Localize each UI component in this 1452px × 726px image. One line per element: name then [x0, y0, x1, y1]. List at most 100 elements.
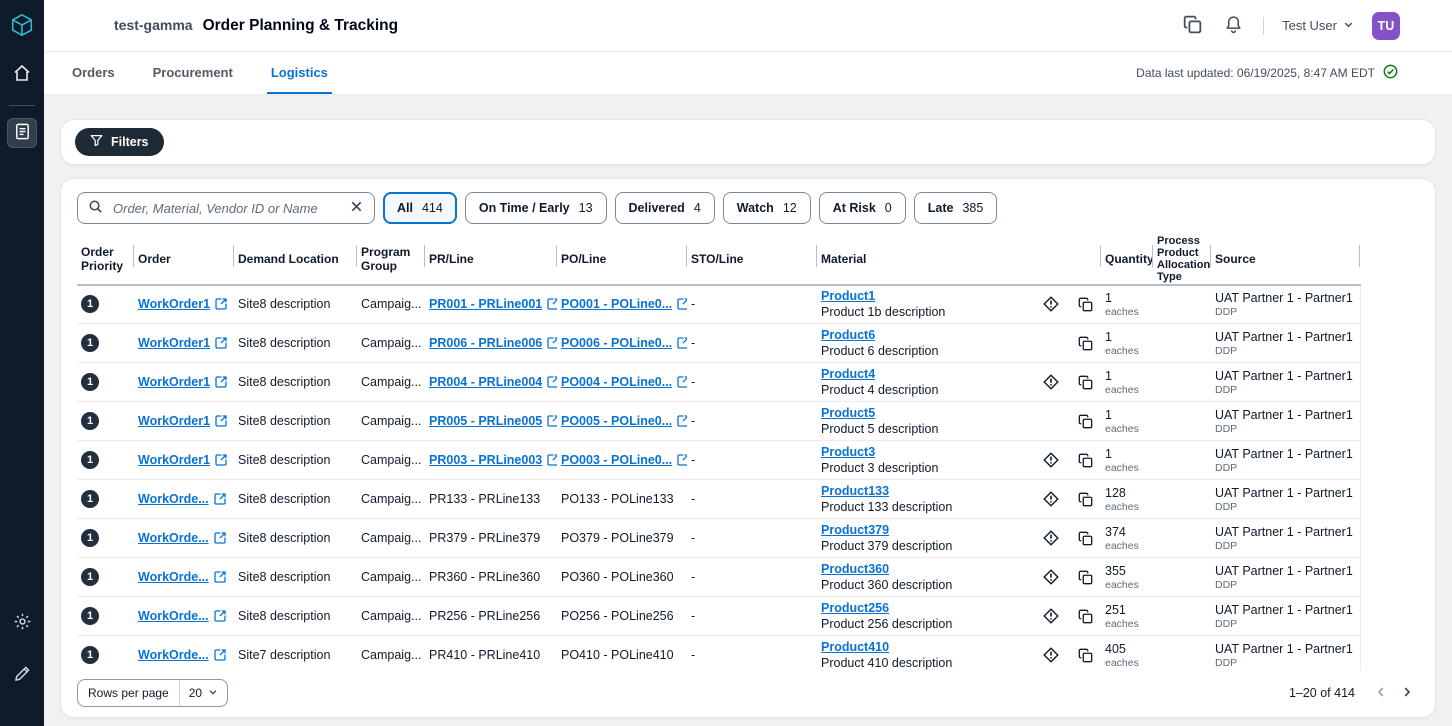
copy-icon[interactable]: [1078, 531, 1093, 546]
copy-icon[interactable]: [1078, 570, 1093, 585]
change-indicator-icon[interactable]: [1043, 452, 1059, 468]
table-row[interactable]: 1 WorkOrder1 Site8 description Campaig..…: [77, 285, 1360, 324]
copy-icon[interactable]: [1078, 492, 1093, 507]
tab-orders[interactable]: Orders: [68, 52, 119, 94]
multi-window-button[interactable]: [1181, 13, 1204, 39]
pr-line-link[interactable]: PR379 - PRLine379: [429, 531, 540, 545]
order-link[interactable]: WorkOrder1: [138, 375, 227, 389]
change-indicator-icon[interactable]: [1043, 530, 1059, 546]
po-line-link[interactable]: PO001 - POLine0...: [561, 297, 687, 311]
status-filter-at-risk[interactable]: At Risk 0: [819, 192, 906, 224]
copy-icon[interactable]: [1078, 336, 1093, 351]
order-link[interactable]: WorkOrde...: [138, 609, 226, 623]
avatar[interactable]: TU: [1372, 12, 1400, 40]
change-indicator-icon[interactable]: [1043, 569, 1059, 585]
table-row[interactable]: 1 WorkOrder1 Site8 description Campaig..…: [77, 363, 1360, 402]
previous-page-button[interactable]: [1371, 682, 1391, 705]
change-indicator-icon[interactable]: [1043, 608, 1059, 624]
order-link[interactable]: WorkOrder1: [138, 414, 227, 428]
order-link[interactable]: WorkOrde...: [138, 531, 226, 545]
po-line-link[interactable]: PO360 - POLine360: [561, 570, 674, 584]
tab-logistics[interactable]: Logistics: [267, 52, 332, 94]
status-filter-watch[interactable]: Watch 12: [723, 192, 811, 224]
column-header-po-line[interactable]: PO/Line: [557, 236, 687, 285]
column-header-demand-location[interactable]: Demand Location: [234, 236, 357, 285]
pr-line-link[interactable]: PR360 - PRLine360: [429, 570, 540, 584]
po-line-link[interactable]: PO133 - POLine133: [561, 492, 674, 506]
copy-icon[interactable]: [1078, 375, 1093, 390]
material-link[interactable]: Product5: [821, 406, 875, 420]
pr-line-link[interactable]: PR133 - PRLine133: [429, 492, 540, 506]
order-link[interactable]: WorkOrde...: [138, 648, 226, 662]
user-menu[interactable]: Test User: [1282, 18, 1354, 33]
po-line-link[interactable]: PO005 - POLine0...: [561, 414, 687, 428]
column-header-material[interactable]: Material: [817, 236, 1101, 285]
column-header-order-priority[interactable]: Order Priority: [77, 236, 134, 285]
order-link[interactable]: WorkOrde...: [138, 492, 226, 506]
pr-line-link[interactable]: PR006 - PRLine006: [429, 336, 557, 350]
column-header-program-group[interactable]: Program Group: [357, 236, 425, 285]
order-link[interactable]: WorkOrde...: [138, 570, 226, 584]
orders-list-nav-item[interactable]: [7, 118, 37, 148]
table-row[interactable]: 1 WorkOrder1 Site8 description Campaig..…: [77, 441, 1360, 480]
po-line-link[interactable]: PO379 - POLine379: [561, 531, 674, 545]
pr-line-link[interactable]: PR003 - PRLine003: [429, 453, 557, 467]
change-indicator-icon[interactable]: [1043, 491, 1059, 507]
change-indicator-icon[interactable]: [1043, 374, 1059, 390]
filters-button[interactable]: Filters: [75, 128, 164, 156]
po-line-link[interactable]: PO003 - POLine0...: [561, 453, 687, 467]
pr-line-link[interactable]: PR004 - PRLine004: [429, 375, 557, 389]
settings-nav-item[interactable]: [7, 608, 37, 638]
table-row[interactable]: 1 WorkOrde... Site7 description Campaig.…: [77, 636, 1360, 671]
material-link[interactable]: Product3: [821, 445, 875, 459]
material-link[interactable]: Product6: [821, 328, 875, 342]
copy-icon[interactable]: [1078, 609, 1093, 624]
app-logo-icon[interactable]: [9, 12, 35, 41]
material-link[interactable]: Product379: [821, 523, 889, 537]
column-header-pr-line[interactable]: PR/Line: [425, 236, 557, 285]
tab-procurement[interactable]: Procurement: [149, 52, 237, 94]
material-link[interactable]: Product410: [821, 640, 889, 654]
material-link[interactable]: Product360: [821, 562, 889, 576]
table-row[interactable]: 1 WorkOrder1 Site8 description Campaig..…: [77, 402, 1360, 441]
material-link[interactable]: Product256: [821, 601, 889, 615]
copy-icon[interactable]: [1078, 297, 1093, 312]
status-filter-all[interactable]: All 414: [383, 192, 457, 224]
material-link[interactable]: Product1: [821, 289, 875, 303]
order-link[interactable]: WorkOrder1: [138, 336, 227, 350]
feedback-nav-item[interactable]: [7, 660, 37, 690]
table-scroll-area[interactable]: Order Priority Order Demand Location Pro…: [77, 236, 1419, 670]
po-line-link[interactable]: PO004 - POLine0...: [561, 375, 687, 389]
material-link[interactable]: Product133: [821, 484, 889, 498]
copy-icon[interactable]: [1078, 453, 1093, 468]
column-header-quantity[interactable]: Quantity: [1101, 236, 1153, 285]
column-header-order[interactable]: Order: [134, 236, 234, 285]
rows-per-page-select[interactable]: Rows per page 20: [77, 679, 228, 707]
status-filter-delivered[interactable]: Delivered 4: [615, 192, 715, 224]
pr-line-link[interactable]: PR001 - PRLine001: [429, 297, 557, 311]
search-input[interactable]: [111, 200, 341, 217]
table-row[interactable]: 1 WorkOrder1 Site8 description Campaig..…: [77, 324, 1360, 363]
pr-line-link[interactable]: PR256 - PRLine256: [429, 609, 540, 623]
table-row[interactable]: 1 WorkOrde... Site8 description Campaig.…: [77, 597, 1360, 636]
order-link[interactable]: WorkOrder1: [138, 297, 227, 311]
pr-line-link[interactable]: PR005 - PRLine005: [429, 414, 557, 428]
po-line-link[interactable]: PO006 - POLine0...: [561, 336, 687, 350]
change-indicator-icon[interactable]: [1043, 647, 1059, 663]
status-filter-on-time-early[interactable]: On Time / Early 13: [465, 192, 607, 224]
po-line-link[interactable]: PO410 - POLine410: [561, 648, 674, 662]
change-indicator-icon[interactable]: [1043, 296, 1059, 312]
table-row[interactable]: 1 WorkOrde... Site8 description Campaig.…: [77, 480, 1360, 519]
notifications-button[interactable]: [1222, 13, 1245, 39]
column-header-source[interactable]: Source: [1211, 236, 1360, 285]
copy-icon[interactable]: [1078, 648, 1093, 663]
next-page-button[interactable]: [1397, 682, 1417, 705]
home-nav-item[interactable]: [7, 59, 37, 89]
copy-icon[interactable]: [1078, 414, 1093, 429]
clear-search-button[interactable]: [349, 199, 364, 217]
status-filter-late[interactable]: Late 385: [914, 192, 998, 224]
table-row[interactable]: 1 WorkOrde... Site8 description Campaig.…: [77, 519, 1360, 558]
po-line-link[interactable]: PO256 - POLine256: [561, 609, 674, 623]
column-header-sto-line[interactable]: STO/Line: [687, 236, 817, 285]
order-link[interactable]: WorkOrder1: [138, 453, 227, 467]
